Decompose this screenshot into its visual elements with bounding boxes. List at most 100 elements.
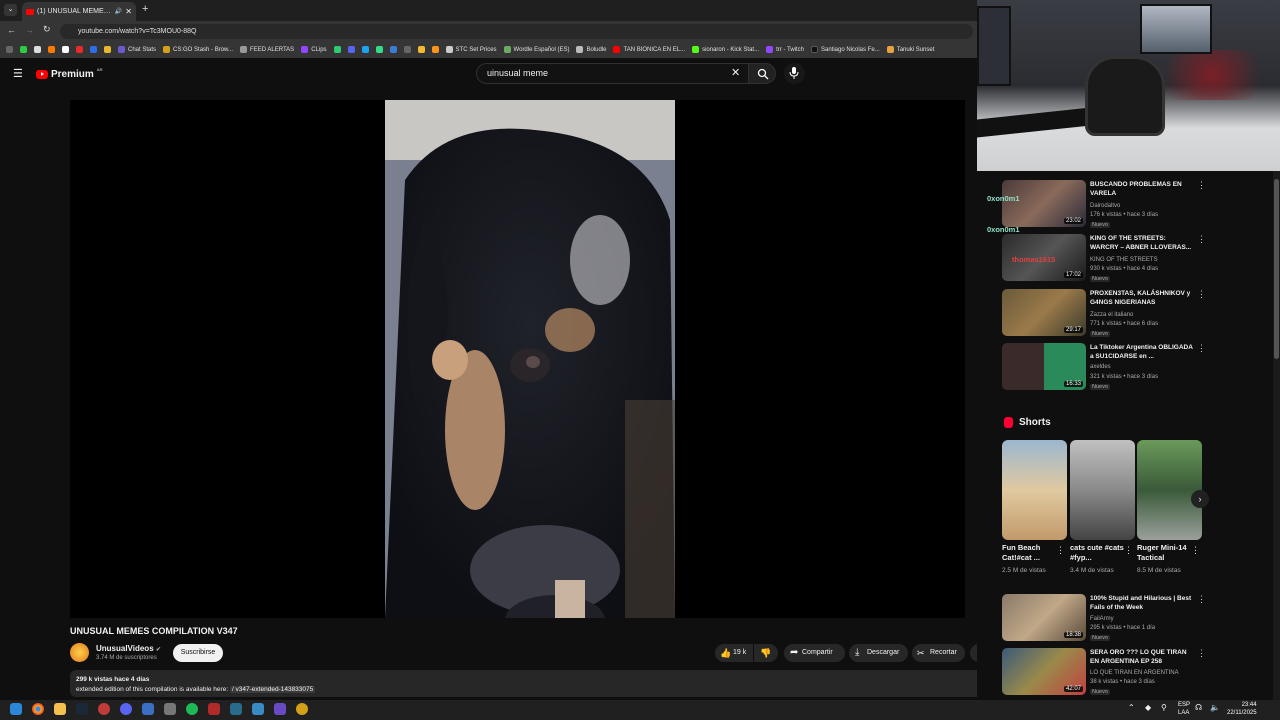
like-button[interactable]: 👍 19 k [715, 644, 753, 662]
description-box[interactable]: 299 k vistas hace 4 días extended editio… [70, 670, 988, 697]
bookmark-item[interactable]: Boludle [576, 46, 606, 53]
video-thumbnail[interactable]: 42:07 [1002, 648, 1086, 695]
forward-icon[interactable]: → [25, 25, 34, 35]
system-clock[interactable]: 23:44 22/11/2025 [1227, 701, 1257, 717]
short-thumbnail[interactable] [1070, 440, 1135, 540]
file-explorer-icon[interactable] [54, 703, 66, 715]
video-frame[interactable] [385, 100, 675, 618]
bookmark-icon[interactable] [361, 46, 369, 53]
more-icon[interactable]: ⋮ [1197, 234, 1206, 245]
more-icon[interactable]: ⋮ [1124, 545, 1133, 556]
related-video[interactable]: 23:02 BUSCANDO PROBLEMAS EN VARELA Dairo… [1002, 180, 1206, 230]
search-input[interactable]: uinusual meme ✕ [476, 63, 748, 84]
channel-name[interactable]: UnusualVideos ✔ [96, 644, 161, 653]
video-thumbnail[interactable]: 18:38 [1002, 594, 1086, 641]
chrome-alt-icon[interactable] [98, 703, 110, 715]
url-field[interactable]: youtube.com/watch?v=Tc3MOU0-88Q [60, 24, 973, 39]
bookmark-item[interactable]: trr - Twitch [766, 46, 804, 53]
new-tab-button[interactable]: + [142, 3, 148, 15]
app-icon[interactable] [208, 703, 220, 715]
steam-icon[interactable] [76, 703, 88, 715]
short-thumbnail[interactable] [1137, 440, 1202, 540]
video-thumbnail[interactable]: 16:33 [1002, 343, 1086, 390]
bookmark-item[interactable]: CLips [301, 46, 327, 53]
app-icon[interactable] [274, 703, 286, 715]
volume-icon[interactable]: 🔈 [1210, 703, 1220, 712]
bookmark-icon[interactable] [90, 46, 97, 53]
bookmark-item[interactable]: TAN BIONICA EN EL... [613, 46, 685, 53]
sidebar-scrollbar[interactable] [1273, 171, 1280, 700]
discord-icon[interactable] [120, 703, 132, 715]
clear-search-icon[interactable]: ✕ [731, 64, 740, 83]
app-icon[interactable] [164, 703, 176, 715]
more-icon[interactable]: ⋮ [1197, 594, 1206, 605]
scrollbar-thumb[interactable] [1274, 179, 1279, 359]
short-title[interactable]: Ruger Mini-14 Tactical [1137, 543, 1193, 563]
description-link[interactable]: / v347-extended-143833075 [229, 686, 316, 693]
wifi-icon[interactable]: ☊ [1195, 703, 1202, 712]
subscribe-button[interactable]: Suscribirse [173, 644, 223, 662]
bookmark-item[interactable]: Wordle Español (ES) [503, 46, 569, 53]
bookmark-icon[interactable] [375, 46, 383, 53]
bookmark-item[interactable]: Tanuki Sunset [886, 46, 934, 53]
app-icon[interactable] [230, 703, 242, 715]
app-icon[interactable] [296, 703, 308, 715]
tray-icon[interactable]: ⚲ [1161, 703, 1167, 712]
more-icon[interactable]: ⋮ [1197, 289, 1206, 300]
chrome-icon[interactable] [32, 703, 44, 715]
short-thumbnail[interactable] [1002, 440, 1067, 540]
language-indicator[interactable]: ESP LAA [1178, 701, 1190, 717]
next-shorts-button[interactable]: › [1191, 490, 1209, 508]
tab-list-button[interactable]: ⌄ [4, 4, 17, 16]
video-thumbnail[interactable]: 29:17 [1002, 289, 1086, 336]
bookmark-item[interactable]: CS:GO Stash - Brow... [163, 46, 233, 53]
app-icon[interactable] [252, 703, 264, 715]
spotify-icon[interactable] [186, 703, 198, 715]
bookmark-icon[interactable] [431, 46, 439, 53]
youtube-logo[interactable]: Premium AR [36, 67, 103, 80]
close-tab-icon[interactable]: ✕ [125, 7, 132, 16]
bookmark-icon[interactable] [403, 46, 411, 53]
reload-icon[interactable]: ↻ [43, 24, 51, 35]
bookmark-icon[interactable] [48, 46, 55, 53]
menu-icon[interactable]: ☰ [13, 67, 23, 80]
browser-tab[interactable]: (1) UNUSUAL MEMES COM 🔊 ✕ [22, 2, 136, 21]
bookmark-item[interactable]: Santiago Nicolas Fe... [810, 46, 880, 53]
short-title[interactable]: Fun Beach Cat!#cat ... [1002, 543, 1058, 563]
tray-icon[interactable]: ◆ [1145, 703, 1151, 712]
windows-start-icon[interactable] [10, 703, 22, 715]
more-icon[interactable]: ⋮ [1056, 545, 1065, 556]
bookmark-icon[interactable] [389, 46, 397, 53]
bookmark-icon[interactable] [417, 46, 425, 53]
more-icon[interactable]: ⋮ [1197, 648, 1206, 659]
channel-avatar[interactable] [70, 643, 89, 662]
bookmark-icon[interactable] [333, 46, 341, 53]
bookmark-icon[interactable] [20, 46, 27, 53]
tray-chevron-icon[interactable]: ⌃ [1128, 703, 1135, 712]
bookmark-icon[interactable] [76, 46, 83, 53]
bookmark-item[interactable]: Chat Stats [118, 46, 156, 53]
more-icon[interactable]: ⋮ [1197, 180, 1206, 191]
bookmark-icon[interactable] [34, 46, 41, 53]
bookmark-item[interactable]: sionaron - Kick Stat... [692, 46, 759, 53]
share-button[interactable]: ➦ Compartir [784, 644, 845, 662]
back-icon[interactable]: ← [7, 25, 16, 35]
more-icon[interactable]: ⋮ [1197, 343, 1206, 354]
short-title[interactable]: cats cute #cats #fyp... [1070, 543, 1126, 563]
related-video[interactable]: 16:33 La Tiktoker Argentina OBLIGADA a S… [1002, 343, 1206, 393]
bookmark-icon[interactable] [62, 46, 69, 53]
more-icon[interactable]: ⋮ [1191, 545, 1200, 556]
voice-search-button[interactable] [784, 63, 805, 84]
dislike-button[interactable]: 👎 [754, 644, 778, 662]
bookmark-item[interactable]: FEED ALERTAS [240, 46, 294, 53]
search-button[interactable] [748, 63, 776, 84]
app-icon[interactable] [142, 703, 154, 715]
bookmark-icon[interactable] [347, 46, 355, 53]
related-video[interactable]: 18:38 100% Stupid and Hilarious | Best F… [1002, 594, 1206, 644]
video-thumbnail[interactable]: 23:02 [1002, 180, 1086, 227]
bookmark-item[interactable]: STC Set Prices [445, 46, 497, 53]
related-video[interactable]: 29:17 PROXEN3TAS, KALÁSHNIKOV y G4NGS NI… [1002, 289, 1206, 339]
clip-button[interactable]: ✂ Recortar [912, 644, 965, 662]
download-button[interactable]: ⤓ Descargar [849, 644, 908, 662]
bookmark-icon[interactable] [104, 46, 111, 53]
